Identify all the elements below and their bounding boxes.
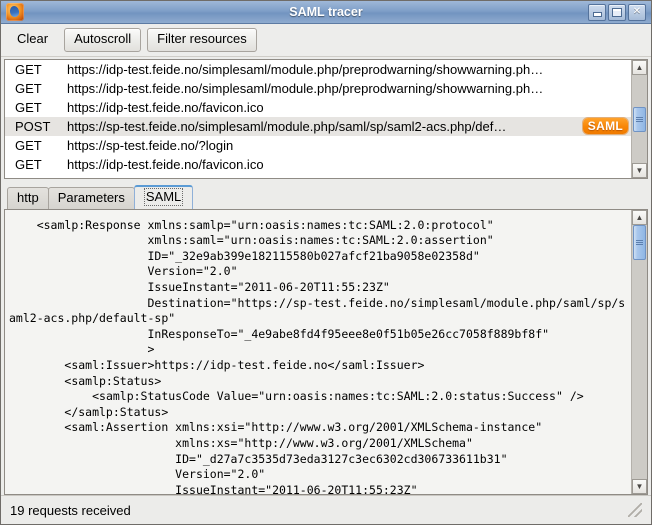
close-button[interactable]: ✕ (628, 3, 646, 21)
request-method: GET (15, 81, 42, 96)
scroll-up-button[interactable]: ▲ (632, 60, 647, 75)
detail-tabs: http Parameters SAML (1, 179, 651, 209)
request-list-panel: GET https://idp-test.feide.no/simplesaml/… (4, 59, 648, 179)
table-row[interactable]: GET https://sp-test.feide.no/?login (5, 136, 631, 155)
table-row[interactable]: GET https://idp-test.feide.no/favicon.ico (5, 155, 631, 174)
close-icon: ✕ (632, 6, 642, 17)
tab-saml[interactable]: SAML (133, 185, 194, 209)
tab-label: http (17, 190, 39, 205)
request-method: GET (15, 62, 42, 77)
window-titlebar: SAML tracer ✕ (1, 1, 651, 24)
autoscroll-button[interactable]: Autoscroll (64, 28, 142, 52)
filter-resources-button[interactable]: Filter resources (147, 28, 257, 52)
firefox-icon (6, 3, 24, 21)
request-list-scroll-track[interactable] (632, 75, 647, 163)
minimize-icon (589, 5, 605, 20)
saml-xml-viewport[interactable]: <samlp:Response xmlns:samlp="urn:oasis:n… (5, 209, 631, 494)
detail-scroll-track[interactable] (632, 224, 647, 479)
request-method: GET (15, 157, 42, 172)
request-url: https://idp-test.feide.no/simplesaml/mod… (67, 81, 544, 96)
detail-scroll-down-button[interactable]: ▼ (632, 479, 647, 494)
request-method: POST (15, 119, 51, 134)
status-message: 19 requests received (10, 502, 131, 518)
tab-parameters[interactable]: Parameters (47, 187, 135, 209)
minimize-button[interactable] (588, 3, 606, 21)
detail-scroll-thumb-grip-icon (636, 239, 643, 245)
window-controls: ✕ (588, 3, 649, 21)
saml-badge: SAML (582, 118, 628, 134)
request-list-scrollbar[interactable]: ▲ ▼ (631, 60, 647, 178)
maximize-icon (609, 5, 625, 20)
request-url: https://idp-test.feide.no/favicon.ico (67, 100, 264, 115)
table-row[interactable]: GET https://idp-test.feide.no/simplesaml/… (5, 79, 631, 98)
saml-detail-panel: <samlp:Response xmlns:samlp="urn:oasis:n… (4, 208, 648, 495)
tab-label: SAML (143, 188, 184, 206)
scroll-thumb-grip-icon (636, 116, 643, 122)
request-method: GET (15, 138, 42, 153)
saml-tracer-window: SAML tracer ✕ Clear Autoscroll Filter re… (0, 0, 652, 525)
scroll-down-button[interactable]: ▼ (632, 163, 647, 178)
request-url: https://idp-test.feide.no/simplesaml/mod… (67, 62, 544, 77)
clear-button[interactable]: Clear (7, 28, 58, 52)
saml-xml-content: <samlp:Response xmlns:samlp="urn:oasis:n… (9, 217, 626, 494)
resize-grip-icon[interactable] (628, 503, 642, 517)
toolbar: Clear Autoscroll Filter resources (1, 24, 651, 57)
detail-scroll-thumb[interactable] (633, 224, 646, 260)
saml-detail-scrollbar[interactable]: ▲ ▼ (631, 209, 647, 494)
request-url: https://sp-test.feide.no/simplesaml/modu… (67, 119, 507, 134)
maximize-button[interactable] (608, 3, 626, 21)
request-url: https://sp-test.feide.no/?login (67, 138, 234, 153)
request-url: https://idp-test.feide.no/favicon.ico (67, 157, 264, 172)
status-bar: 19 requests received (1, 495, 651, 524)
tab-label: Parameters (57, 190, 125, 205)
table-row[interactable]: GET https://idp-test.feide.no/favicon.ico (5, 98, 631, 117)
table-row[interactable]: POST https://sp-test.feide.no/simplesaml/… (5, 117, 631, 136)
table-row[interactable]: GET https://idp-test.feide.no/simplesaml/… (5, 60, 631, 79)
window-title: SAML tracer (289, 5, 363, 19)
detail-scroll-up-button[interactable]: ▲ (632, 209, 647, 225)
request-list-scroll-thumb[interactable] (633, 106, 646, 132)
request-list[interactable]: GET https://idp-test.feide.no/simplesaml/… (5, 60, 631, 178)
request-method: GET (15, 100, 42, 115)
tab-http[interactable]: http (7, 187, 49, 209)
